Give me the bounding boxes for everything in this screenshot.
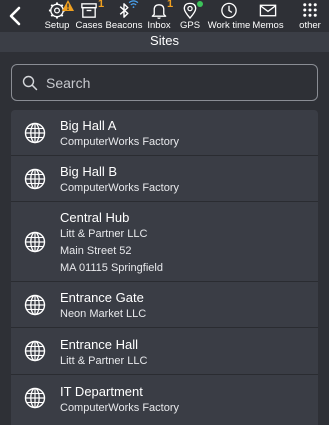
site-name: Big Hall B (60, 164, 118, 179)
toolbar-beacons[interactable]: Beacons (105, 0, 143, 32)
site-company: Neon Market LLC (60, 308, 147, 320)
toolbar-other[interactable]: other (296, 0, 324, 32)
grid-dots-icon (303, 3, 317, 17)
search-field[interactable]: Search (11, 64, 318, 101)
globe-icon (24, 231, 46, 253)
site-name: Central Hub (60, 210, 130, 225)
cases-badge: 1 (98, 0, 105, 10)
search-icon (22, 75, 38, 91)
site-company: ComputerWorks Factory (60, 182, 179, 194)
site-name: Big Hall A (60, 118, 117, 133)
gps-status-dot (197, 1, 203, 7)
site-company: ComputerWorks Factory (60, 136, 179, 148)
toolbar-beacons-label: Beacons (105, 20, 143, 31)
toolbar-inbox-label: Inbox (147, 20, 171, 31)
toolbar-work-time-label: Work time (207, 20, 251, 31)
site-company: Litt & Partner LLC (60, 355, 148, 367)
globe-icon (24, 168, 46, 190)
top-toolbar: Setup 1 Cases Beacons 1 Inbox GPS Work t… (0, 0, 329, 32)
globe-icon (24, 387, 46, 409)
list-item[interactable]: Entrance Gate Neon Market LLC (11, 282, 318, 328)
list-item[interactable]: IT Department ComputerWorks Factory (11, 375, 318, 425)
list-item[interactable]: Big Hall B ComputerWorks Factory (11, 156, 318, 202)
globe-icon (24, 122, 46, 144)
toolbar-cases[interactable]: 1 Cases (74, 0, 105, 32)
toolbar-gps[interactable]: GPS (177, 0, 203, 32)
site-name: Entrance Gate (60, 290, 144, 305)
site-name: IT Department (60, 384, 143, 399)
warning-badge-icon (62, 0, 74, 11)
clock-icon (221, 2, 237, 19)
globe-icon (24, 294, 46, 316)
back-arrow-icon[interactable] (6, 4, 26, 28)
toolbar-cases-label: Cases (75, 20, 103, 31)
site-company: Litt & Partner LLC (60, 228, 148, 240)
toolbar-setup[interactable]: Setup (42, 0, 74, 32)
page-title: Sites (150, 33, 179, 48)
toolbar-work-time[interactable]: Work time (207, 0, 251, 32)
site-company: ComputerWorks Factory (60, 402, 179, 414)
list-item[interactable]: Big Hall A ComputerWorks Factory (11, 110, 318, 156)
toolbar-memos-label: Memos (252, 20, 284, 31)
site-street: Main Street 52 (60, 245, 132, 257)
sites-list: Big Hall A ComputerWorks Factory Big Hal… (11, 110, 318, 425)
site-city: MA 01115 Springfield (60, 262, 163, 274)
toolbar-inbox[interactable]: 1 Inbox (145, 0, 173, 32)
search-input[interactable]: Search (46, 75, 90, 91)
toolbar-gps-label: GPS (179, 20, 201, 31)
toolbar-setup-label: Setup (44, 20, 70, 31)
wifi-badge-icon (128, 0, 139, 8)
list-item[interactable]: Central Hub Litt & Partner LLC Main Stre… (11, 202, 318, 282)
box-icon (81, 3, 97, 18)
toolbar-memos[interactable]: Memos (252, 0, 284, 32)
list-item[interactable]: Entrance Hall Litt & Partner LLC (11, 328, 318, 375)
globe-icon (24, 340, 46, 362)
toolbar-other-label: other (299, 20, 321, 31)
bell-icon (151, 4, 167, 19)
site-name: Entrance Hall (60, 337, 139, 352)
inbox-badge: 1 (167, 0, 174, 10)
envelope-icon (259, 4, 277, 17)
